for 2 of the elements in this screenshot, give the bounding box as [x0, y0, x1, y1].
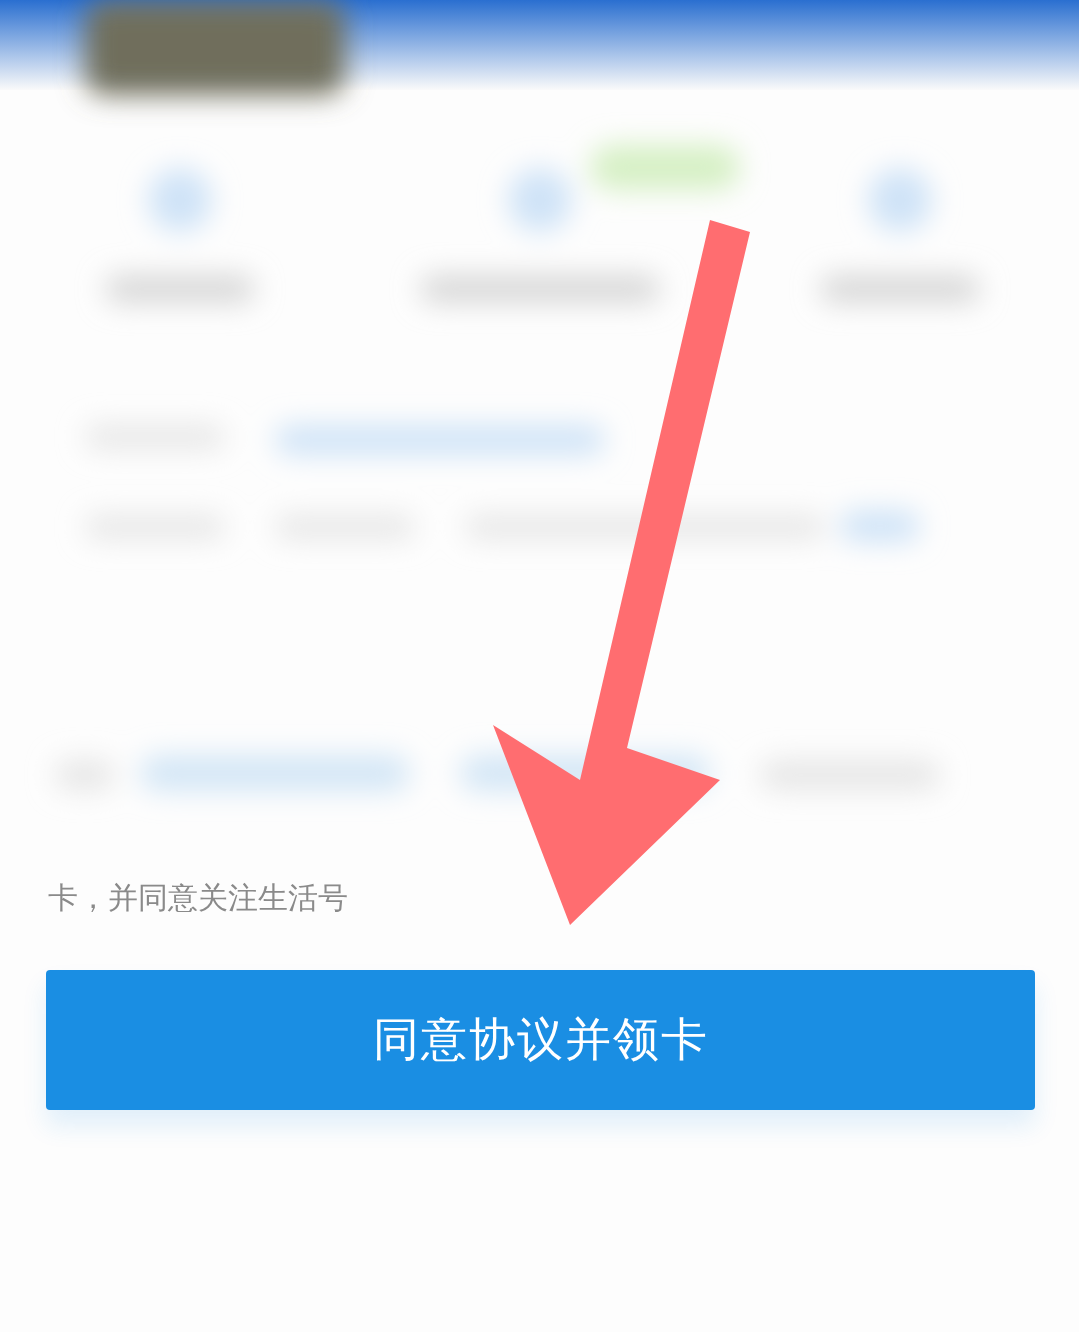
notice-text: 卡，并同意关注生活号	[48, 879, 348, 917]
agree-button[interactable]: 同意协议并领卡	[46, 970, 1035, 1110]
